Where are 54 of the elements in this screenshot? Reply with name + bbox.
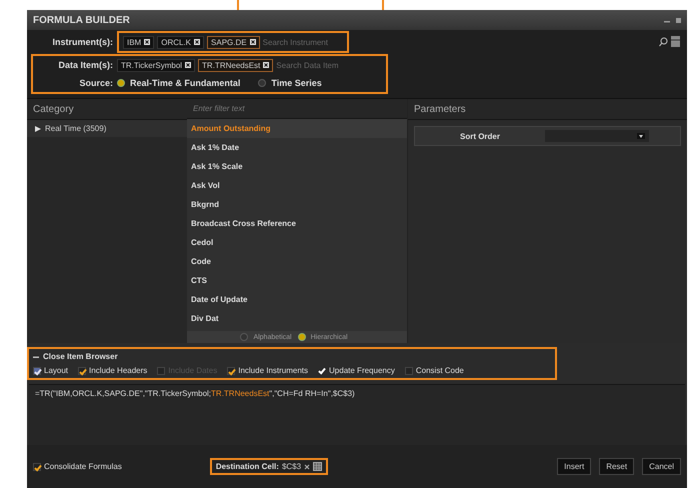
option-checkbox[interactable]: Update Frequency <box>318 366 395 375</box>
field-item[interactable]: Code <box>187 252 407 271</box>
option-checkbox[interactable]: Include Headers <box>78 366 148 375</box>
field-label: Instrument(s): <box>52 37 113 47</box>
remove-icon[interactable] <box>304 464 310 470</box>
source-radio[interactable]: Real-Time & Fundamental <box>117 78 240 88</box>
option-checkbox[interactable]: Include Instruments <box>227 366 308 375</box>
field-item[interactable]: Date of Update <box>187 290 407 309</box>
parameter-label: Sort Order <box>458 132 501 140</box>
option-checkbox[interactable]: Layout <box>33 366 68 375</box>
search-placeholder: Search Data Item <box>276 60 339 70</box>
field-item[interactable]: Div Dat <box>187 309 407 328</box>
instrument-tag[interactable]: IBM <box>123 36 154 48</box>
field-item[interactable]: Amount Outstanding <box>187 119 407 138</box>
column-header: Parameters <box>408 99 687 120</box>
option-checkbox[interactable]: Consist Code <box>404 366 464 375</box>
remove-icon[interactable] <box>194 39 200 45</box>
dialog-button[interactable]: Cancel <box>642 458 681 475</box>
window-title: FORMULA BUILDER <box>33 14 131 26</box>
remove-icon[interactable] <box>263 62 270 68</box>
search-placeholder: Search Instrument <box>262 38 328 46</box>
caret-icon[interactable] <box>35 126 41 132</box>
caret-icon[interactable] <box>637 133 645 139</box>
search-icon[interactable] <box>659 36 681 48</box>
remove-icon[interactable] <box>185 62 192 68</box>
field-item[interactable]: Ask 1% Date <box>187 138 407 157</box>
source-radio[interactable]: Time Series <box>258 78 322 88</box>
instrument-field[interactable]: IBM ORCL.K SAPG.DE Search Instrument <box>117 31 349 53</box>
field-item[interactable]: CTS <box>187 271 407 290</box>
field-item[interactable]: Broadcast Cross Reference <box>187 214 407 233</box>
close-icon[interactable] <box>676 18 681 22</box>
remove-icon[interactable] <box>250 39 256 45</box>
grid-icon[interactable] <box>313 462 322 471</box>
field-item[interactable]: Ask Vol <box>187 176 407 195</box>
instrument-tag[interactable]: ORCL.K <box>157 36 204 48</box>
dialog-button[interactable]: Reset <box>599 458 634 475</box>
dialog-button[interactable]: Insert <box>557 458 592 475</box>
field-label: Data Item(s): <box>57 60 113 70</box>
field-item[interactable]: Cedol <box>187 233 407 252</box>
filter-field[interactable]: Enter filter text <box>187 99 407 119</box>
remove-icon[interactable] <box>144 39 150 45</box>
field-label: Source: <box>78 78 113 88</box>
data-item-tag[interactable]: TR.TickerSymbol <box>117 58 196 72</box>
field-item[interactable]: Ask 1% Scale <box>187 157 407 176</box>
data-item-field[interactable]: TR.TickerSymbol TR.TRNeedsEst Search Data Item <box>117 58 339 72</box>
collapse-icon[interactable] <box>33 354 39 360</box>
formula-text[interactable]: =TR("IBM,ORCL.K,SAPG.DE","TR.TickerSymbol;TR.TRNeedsEst","CH=Fd RH=In",$C$3) <box>29 384 685 445</box>
consolidate-checkbox[interactable]: Consolidate Formulas <box>33 462 122 471</box>
close-browser-link[interactable]: Close Item Browser <box>43 352 118 361</box>
data-item-tag[interactable]: TR.TRNeedsEst <box>198 58 274 72</box>
field-item[interactable]: Bkgrnd <box>187 195 407 214</box>
destination-cell-field[interactable]: $C$3 <box>282 462 302 471</box>
instrument-tag[interactable]: SAPG.DE <box>207 36 260 48</box>
destination-cell-label: Destination Cell: <box>216 462 279 471</box>
